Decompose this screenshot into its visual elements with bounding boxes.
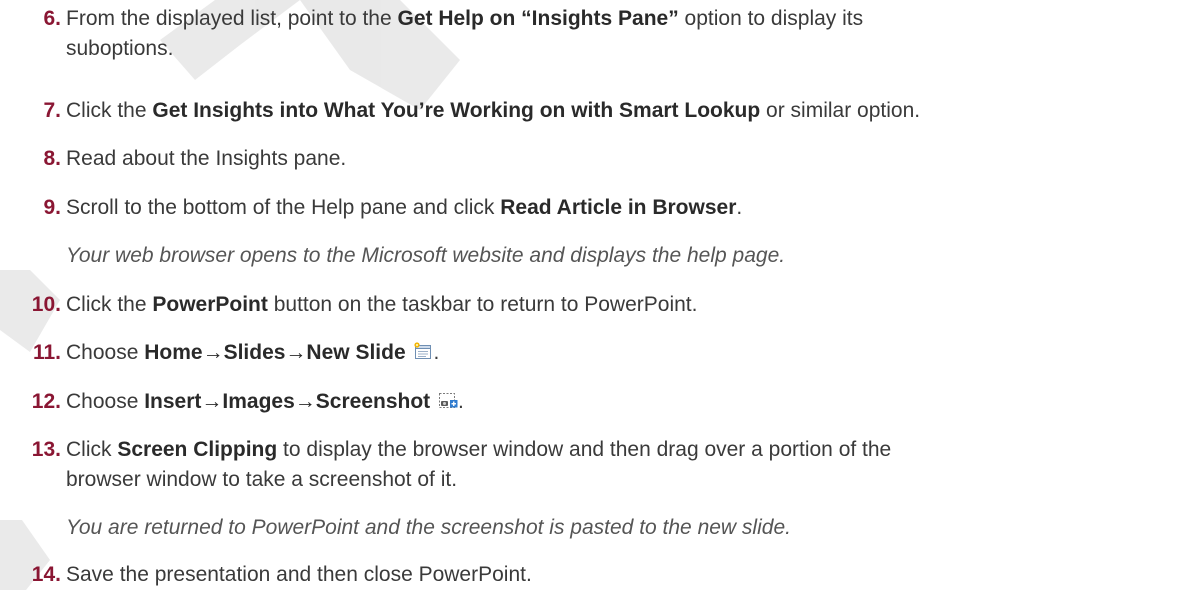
text-run: . <box>736 196 743 219</box>
text-run: Click the <box>66 293 153 316</box>
text-run: . <box>458 390 464 413</box>
step-text: Click the PowerPoint button on the taskb… <box>66 290 1176 320</box>
step-number: 14. <box>31 563 61 586</box>
step-text: Read about the Insights pane. <box>66 144 1176 174</box>
text-run: or similar option. <box>760 99 921 122</box>
text-run: option to display its <box>678 7 864 30</box>
text-run: Click <box>66 438 118 461</box>
text-run: From the displayed list, point to the <box>66 7 398 30</box>
result-note: Your web browser opens to the Microsoft … <box>66 244 786 267</box>
step-text: Choose Insert→Images→Screenshot . <box>66 387 1176 417</box>
step-text: Scroll to the bottom of the Help pane an… <box>66 193 1176 223</box>
text-run: . <box>433 341 440 364</box>
bold-term: Get Insights into What You’re Working on… <box>152 99 761 122</box>
screenshot-icon <box>439 393 458 408</box>
text-run: to display the browser window and then d… <box>277 438 892 461</box>
text-run: suboptions. <box>66 37 174 60</box>
step-number: 12. <box>31 390 61 413</box>
step-text: Save the presentation and then close Pow… <box>66 560 1176 590</box>
text-run: Read about the Insights pane. <box>66 147 347 170</box>
step-number: 9. <box>43 196 61 219</box>
bold-term: Home→Slides→New Slide <box>144 341 406 364</box>
text-run: browser window to take a screenshot of i… <box>66 468 458 491</box>
step-number: 11. <box>32 341 61 364</box>
bold-term: PowerPoint <box>152 293 268 316</box>
step-number: 8. <box>43 147 61 170</box>
step-text: From the displayed list, point to the Ge… <box>66 4 1176 64</box>
step-number: 7. <box>43 99 61 122</box>
step-text: Click Screen Clipping to display the bro… <box>66 435 1176 495</box>
bold-term: Read Article in Browser <box>500 196 737 219</box>
text-run: Choose <box>66 341 145 364</box>
step-text: Choose Home→Slides→New Slide . <box>66 338 1176 368</box>
text-run: Click the <box>66 99 153 122</box>
step-number: 13. <box>31 438 61 461</box>
result-note: You are returned to PowerPoint and the s… <box>66 516 791 539</box>
text-run: Save the presentation and then close Pow… <box>66 563 532 586</box>
text-run: button on the taskbar to return to Power… <box>267 293 698 316</box>
step-number: 6. <box>43 7 61 30</box>
bold-term: Screen Clipping <box>117 438 278 461</box>
text-run: Scroll to the bottom of the Help pane an… <box>66 196 501 219</box>
new-slide-icon <box>414 342 432 359</box>
text-run: Choose <box>66 390 145 413</box>
step-number: 10. <box>31 293 61 316</box>
step-text: Click the Get Insights into What You’re … <box>66 96 1176 126</box>
bold-term: Insert→Images→Screenshot <box>144 390 431 413</box>
bold-term: Get Help on “Insights Pane” <box>397 7 679 30</box>
